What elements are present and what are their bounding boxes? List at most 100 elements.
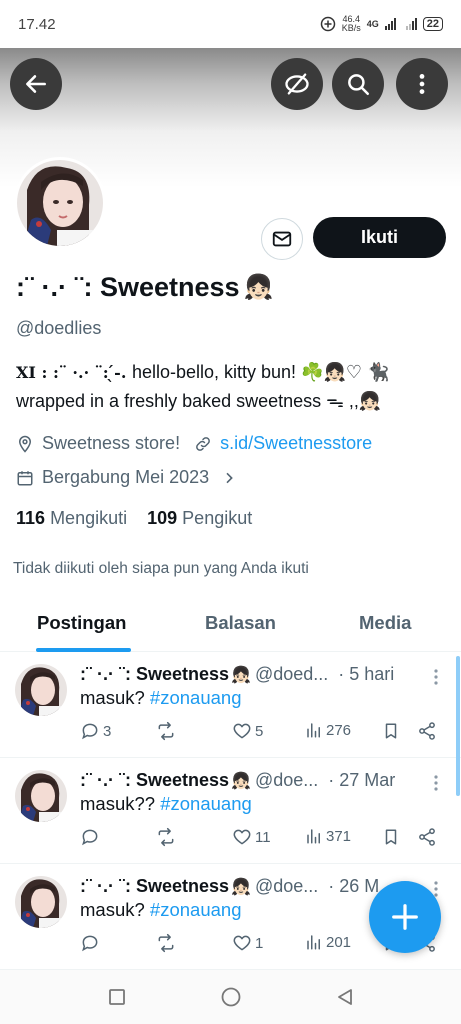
more-button[interactable] xyxy=(396,58,448,110)
post-hashtag[interactable]: #zonauang xyxy=(160,793,252,814)
followers-link[interactable]: 109 Pengikut xyxy=(147,508,252,529)
reply-icon xyxy=(82,829,98,846)
retweet-icon xyxy=(158,721,174,741)
bookmark-icon xyxy=(385,829,397,845)
compose-button[interactable] xyxy=(369,881,441,953)
chevron-right-icon xyxy=(226,472,233,483)
views-count: 276 xyxy=(326,721,352,739)
recents-icon[interactable] xyxy=(107,987,127,1007)
like-count: 5 xyxy=(255,722,264,740)
share-icon xyxy=(419,828,435,846)
post-author-emoji: 👧🏻 xyxy=(231,666,251,684)
views-icon xyxy=(307,935,320,950)
profile-tabs: Postingan Balasan Media xyxy=(0,600,461,652)
post-more-icon[interactable] xyxy=(430,774,442,792)
post-header: :¨ ·.· ¨: Sweetness 👧🏻 @doed... · 5 hari xyxy=(80,664,420,685)
heart-icon xyxy=(233,935,251,951)
post-author-handle: @doe... xyxy=(254,770,319,790)
post-text-body: masuk? xyxy=(80,687,145,708)
retweet-button[interactable] xyxy=(155,933,177,953)
like-button[interactable]: 5 xyxy=(232,721,263,741)
profile-name-text: :¨ ·.· ¨: Sweetness xyxy=(16,272,240,302)
following-label: Mengikuti xyxy=(50,508,128,528)
post-author-handle: @doed... xyxy=(254,664,329,684)
bookmark-button[interactable] xyxy=(382,721,400,741)
bio-prefix: XI : :¨ ·.· ¨: ̖́-. xyxy=(16,363,132,382)
profile-avatar[interactable] xyxy=(14,157,106,249)
tab-posts[interactable]: Postingan xyxy=(37,612,126,634)
back-nav-icon[interactable] xyxy=(335,987,355,1007)
views-button[interactable]: 201 xyxy=(305,933,351,951)
back-button[interactable] xyxy=(10,58,62,110)
plus-icon xyxy=(392,904,418,930)
home-icon[interactable] xyxy=(220,986,242,1008)
follow-button[interactable]: Ikuti xyxy=(313,217,446,258)
post-avatar[interactable] xyxy=(15,664,67,716)
reply-button[interactable] xyxy=(80,933,103,953)
views-icon xyxy=(307,829,320,844)
post-actions: 11 371 xyxy=(80,827,440,849)
post-item[interactable]: :¨ ·.· ¨: Sweetness 👧🏻 @doed... · 5 hari… xyxy=(0,652,461,758)
reply-button[interactable] xyxy=(80,827,103,847)
hotspot-icon xyxy=(320,16,335,32)
post-author-name[interactable]: :¨ ·.· ¨: Sweetness 👧🏻 xyxy=(80,876,251,897)
bookmark-button[interactable] xyxy=(382,827,400,847)
following-link[interactable]: 116 Mengikuti xyxy=(16,508,127,529)
views-count: 371 xyxy=(326,827,352,845)
post-author-name-text: :¨ ·.· ¨: Sweetness xyxy=(80,770,230,790)
views-button[interactable]: 276 xyxy=(305,721,351,739)
profile-meta-joined[interactable]: Bergabung Mei 2023 xyxy=(16,467,237,488)
post-author-handle: @doe... xyxy=(254,876,319,896)
scrollbar[interactable] xyxy=(456,656,460,796)
share-button[interactable] xyxy=(417,827,437,847)
status-network: 4G xyxy=(366,19,379,29)
retweet-icon xyxy=(158,827,174,847)
like-button[interactable]: 11 xyxy=(232,827,271,847)
retweet-button[interactable] xyxy=(155,721,177,741)
post-author-name[interactable]: :¨ ·.· ¨: Sweetness 👧🏻 xyxy=(80,664,251,685)
retweet-button[interactable] xyxy=(155,827,177,847)
post-author-name-text: :¨ ·.· ¨: Sweetness xyxy=(80,664,230,684)
like-count: 1 xyxy=(255,934,264,952)
views-count: 201 xyxy=(326,933,352,951)
followers-label: Pengikut xyxy=(182,508,253,528)
tab-media[interactable]: Media xyxy=(359,612,411,634)
hide-button[interactable] xyxy=(271,58,323,110)
post-author-name[interactable]: :¨ ·.· ¨: Sweetness 👧🏻 xyxy=(80,770,251,791)
following-count: 116 xyxy=(16,508,46,528)
reply-icon xyxy=(82,723,98,740)
profile-link[interactable]: s.id/Sweetnesstore xyxy=(220,433,372,454)
post-avatar[interactable] xyxy=(15,876,67,928)
views-button[interactable]: 371 xyxy=(305,827,351,845)
profile-meta-location: Sweetness store! s.id/Sweetnesstore xyxy=(16,433,372,454)
bio-line-2: wrapped in a freshly baked sweetness ᯓ ,… xyxy=(16,391,382,411)
status-icons: 46.4 KB/s 4G 22 xyxy=(320,15,443,33)
post-text: masuk? #zonauang xyxy=(80,687,241,709)
post-hashtag[interactable]: #zonauang xyxy=(150,687,242,708)
heart-icon xyxy=(233,723,251,739)
profile-joined: Bergabung Mei 2023 xyxy=(42,467,210,487)
post-actions: 3 5 276 xyxy=(80,721,440,743)
profile-handle: @doedlies xyxy=(16,318,102,338)
profile-bio: XI : :¨ ·.· ¨: ̖́-. hello-bello, kitty b… xyxy=(16,358,446,416)
like-button[interactable]: 1 xyxy=(232,933,263,953)
post-item[interactable]: :¨ ·.· ¨: Sweetness 👧🏻 @doe... · 27 Mar … xyxy=(0,758,461,864)
share-icon xyxy=(419,722,435,740)
post-avatar[interactable] xyxy=(15,770,67,822)
system-nav-bar xyxy=(0,970,461,1024)
tab-replies[interactable]: Balasan xyxy=(205,612,276,634)
search-icon xyxy=(348,74,369,95)
post-text-body: masuk? xyxy=(80,899,145,920)
followers-count: 109 xyxy=(147,508,178,528)
post-time: · 27 Mar xyxy=(328,770,396,790)
reply-icon xyxy=(82,935,98,952)
reply-button[interactable]: 3 xyxy=(80,721,111,741)
status-bar: 17.42 46.4 KB/s 4G 22 xyxy=(0,0,461,48)
post-hashtag[interactable]: #zonauang xyxy=(150,899,242,920)
message-button[interactable] xyxy=(261,218,303,260)
location-pin-icon xyxy=(18,435,32,453)
status-speed-unit: KB/s xyxy=(341,23,361,33)
search-button[interactable] xyxy=(332,58,384,110)
share-button[interactable] xyxy=(417,721,437,741)
post-more-icon[interactable] xyxy=(430,668,442,686)
